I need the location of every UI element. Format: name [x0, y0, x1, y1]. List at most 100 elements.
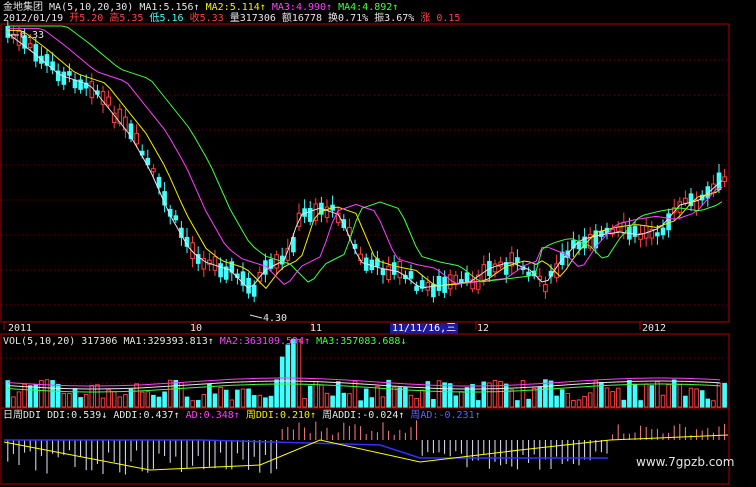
volume-bar [330, 395, 335, 408]
candle-body [543, 283, 548, 293]
candle-body [436, 275, 442, 291]
volume-bar [240, 388, 246, 408]
volume-bar [263, 397, 268, 408]
candle-body [279, 255, 285, 265]
volume-bar [229, 399, 235, 408]
candle-body [503, 262, 509, 275]
volume-bar [201, 394, 207, 408]
volume-bar [716, 382, 722, 408]
volume-ma3: MA3:357083.688 [316, 336, 401, 347]
volume-bar [95, 384, 100, 408]
quote-amplitude: 振3.67% [374, 13, 415, 24]
candle-body [464, 272, 470, 284]
volume-bar [257, 394, 263, 408]
volume-bar [347, 393, 352, 408]
candle-body [27, 43, 33, 48]
volume-bar [162, 391, 167, 408]
quote-volume: 量317306 [229, 13, 276, 24]
volume-bar [302, 397, 307, 408]
candle-body [246, 277, 251, 294]
ma2-value: MA2:5.114 [205, 2, 260, 13]
candle-body [459, 279, 464, 284]
volume-bar [145, 391, 151, 408]
volume-bar [128, 388, 134, 408]
volume-header: VOL(5,10,20) 317306 MA1:329393.813↑ MA2:… [3, 336, 406, 347]
volume-bar [22, 383, 27, 408]
volume-bar [358, 400, 363, 408]
ma4-value: MA4:4.892 [338, 2, 393, 13]
volume-bar [475, 400, 481, 408]
volume-bar [223, 389, 229, 408]
candle-body [660, 227, 666, 236]
candlesticks [5, 21, 727, 303]
quote-low: 低5.16 [149, 13, 184, 24]
candle-body [386, 265, 391, 281]
volume-bar [408, 394, 414, 408]
volume-bar [436, 380, 442, 408]
up-arrow-icon: ↑ [173, 410, 180, 421]
volume-bar [106, 389, 111, 408]
up-arrow-icon: ↑ [233, 410, 240, 421]
quote-amount: 额16778 [281, 13, 323, 24]
ma-line [8, 25, 723, 283]
quote-date: 2012/01/19 [3, 13, 64, 24]
volume-bar [190, 400, 195, 408]
candle-body [655, 232, 660, 237]
volume-bar [677, 384, 683, 408]
volume-bar [50, 380, 55, 408]
volume-bar [431, 399, 436, 408]
quote-turnover: 换0.71% [328, 13, 369, 24]
candle-body [380, 268, 386, 276]
volume-bar [27, 385, 33, 408]
candle-body [526, 271, 531, 276]
volume-bar [414, 397, 419, 408]
ad-value: AD:0.348 [185, 410, 234, 421]
price-panel-frame [0, 23, 730, 323]
up-arrow-icon: ↑ [193, 2, 200, 13]
ddi-bars [7, 420, 726, 475]
volume-bar [151, 394, 156, 408]
volume-bar [279, 356, 285, 408]
volume-ma2: MA2:363109.594 [219, 336, 305, 347]
volume-bar [307, 385, 313, 408]
moving-average-lines [7, 25, 723, 290]
volume-bar [44, 379, 50, 408]
ma1-value: MA1:5.156 [139, 2, 194, 13]
low-price-label: 4.30 [263, 313, 288, 324]
up-arrow-icon: ↑ [310, 410, 317, 421]
volume-bar [380, 396, 386, 408]
volume-bar [397, 387, 403, 408]
candle-body [61, 71, 67, 85]
volume-value: 317306 [81, 336, 118, 347]
volume-bar [313, 381, 319, 408]
quote-high: 高5.35 [109, 13, 144, 24]
volume-bar [369, 397, 375, 408]
candle-body [106, 96, 111, 106]
volume-bar [660, 394, 666, 408]
volume-bar [683, 395, 688, 408]
volume-bar [268, 395, 274, 408]
quote-close: 收5.33 [189, 13, 224, 24]
up-arrow-icon: ↑ [304, 336, 311, 347]
candle-body [156, 176, 162, 188]
x-axis-label-10: 10 [190, 323, 203, 334]
cursor-date-tag: 11/11/16,三 [390, 323, 459, 334]
volume-bar [207, 383, 212, 408]
volume-bar [526, 398, 531, 408]
volume-bar [559, 389, 565, 408]
volume-bar [173, 380, 179, 408]
volume-bar [531, 387, 537, 408]
high-price-label: 6.33 [20, 30, 45, 41]
volume-bar [643, 383, 649, 408]
ma-line [7, 33, 723, 289]
candle-body [89, 81, 95, 99]
volume-bar [582, 395, 587, 408]
volume-bar [464, 387, 470, 408]
candle-body [151, 168, 156, 173]
volume-bar [610, 391, 615, 408]
volume-bar [386, 379, 391, 408]
volume-bar [711, 400, 716, 408]
ma3-value: MA3:4.990 [271, 2, 327, 13]
volume-bar [78, 397, 83, 408]
volume-bar [442, 382, 447, 408]
